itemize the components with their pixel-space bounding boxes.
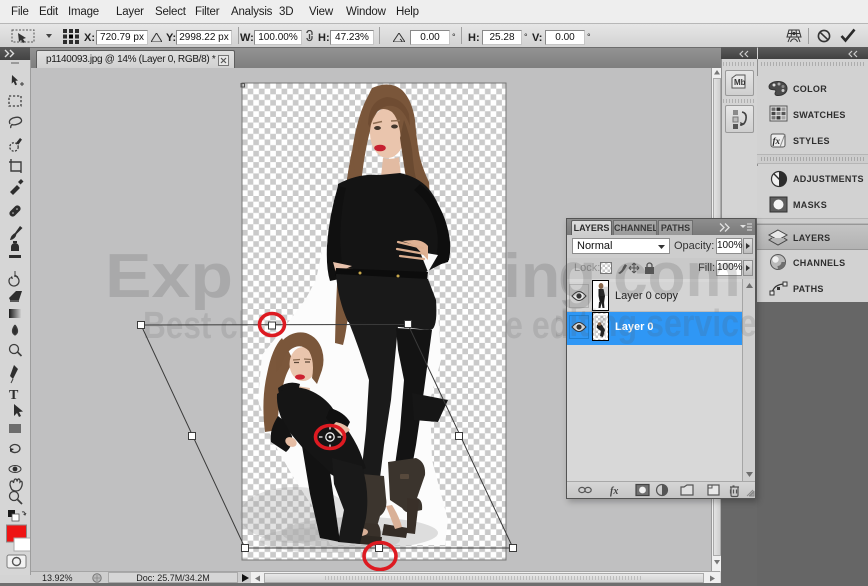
svg-text:Best ch: Best ch (143, 305, 257, 347)
svg-text:fx: fx (773, 136, 781, 146)
svg-text:Exp: Exp (105, 242, 233, 311)
svg-text:T: T (9, 388, 19, 403)
svg-text:fx: fx (610, 486, 618, 497)
svg-text:Mb: Mb (734, 78, 746, 87)
